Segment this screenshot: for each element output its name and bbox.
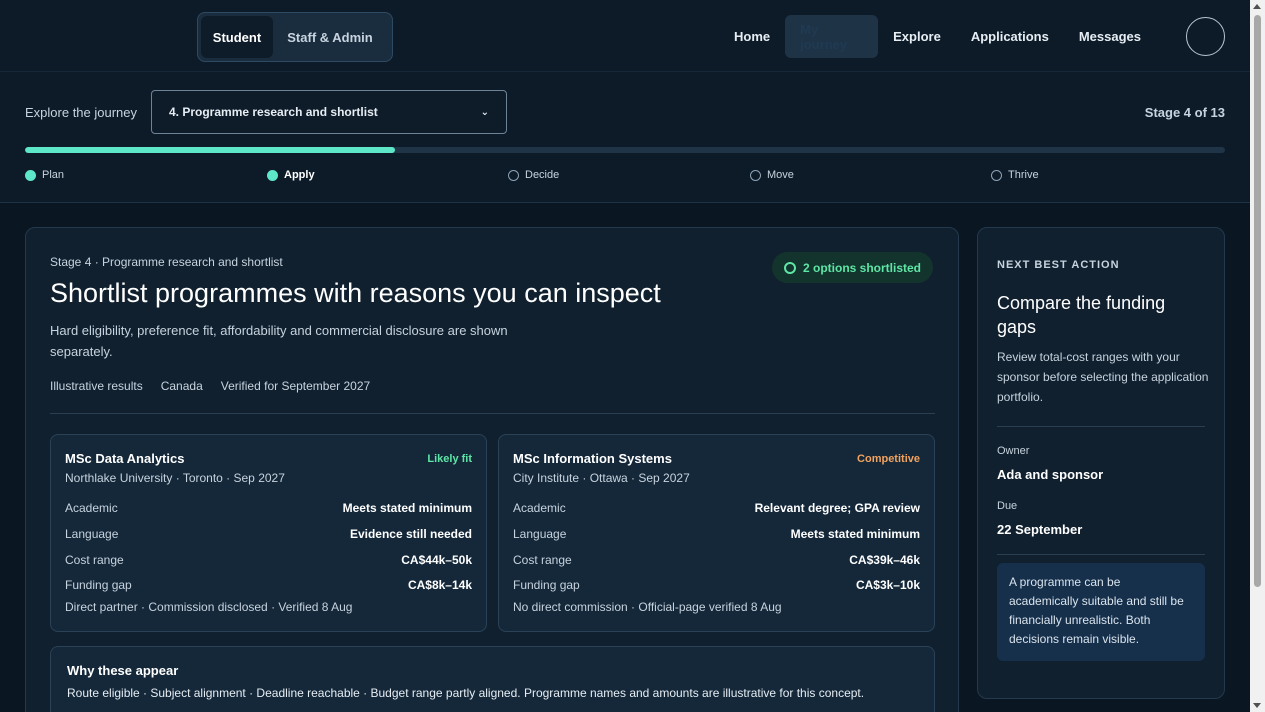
shortlist-status-badge[interactable]: 2 options shortlisted: [771, 252, 933, 283]
phase-label: Decide: [525, 169, 560, 181]
next-best-action-title: Compare the funding gaps: [997, 293, 1166, 337]
programme-row: Funding gap CA$3k–10k: [513, 578, 920, 592]
top-bar: Student Staff & Admin Home My journey Ex…: [0, 0, 1250, 72]
row-value: CA$8k–14k: [407, 578, 472, 592]
circle-icon: [783, 261, 796, 274]
programme-subtitle: Northlake University · Toronto · Sep 202…: [65, 471, 285, 485]
journey-progress-fill: [25, 147, 395, 153]
programme-subtitle: City Institute · Ottawa · Sep 2027: [513, 471, 690, 485]
page-title: Shortlist programmes with reasons you ca…: [50, 278, 661, 308]
programme-name: MSc Information Systems: [513, 451, 672, 466]
row-value: Evidence still needed: [349, 527, 472, 541]
programme-footer: Direct partner · Commission disclosed · …: [65, 600, 353, 614]
divider: [50, 413, 935, 414]
row-label: Funding gap: [65, 578, 132, 592]
journey-progress: [25, 147, 1225, 153]
phase-label: Apply: [284, 169, 315, 181]
journey-label: Explore the journey: [25, 105, 138, 120]
main-nav: Home My journey Explore Applications Mes…: [719, 15, 1156, 58]
programme-footer: No direct commission · Official-page ver…: [513, 600, 782, 614]
chevron-down-icon: ⌄: [480, 106, 489, 118]
row-label: Cost range: [65, 553, 124, 567]
row-value: Relevant degree; GPA review: [754, 501, 920, 515]
scroll-up-icon[interactable]: [1253, 4, 1261, 9]
phase-decide[interactable]: Decide: [508, 169, 559, 181]
stage-select-value: 4. Programme research and shortlist: [169, 105, 378, 119]
owner-label: Owner: [997, 445, 1030, 457]
programme-row: Academic Meets stated minimum: [65, 501, 472, 515]
programme-row: Cost range CA$39k–46k: [513, 553, 920, 567]
why-text: Route eligible · Subject alignment · Dea…: [67, 686, 865, 700]
role-student-button[interactable]: Student: [201, 16, 273, 58]
phase-label: Move: [767, 169, 794, 181]
programme-row: Funding gap CA$8k–14k: [65, 578, 472, 592]
meta-item: Canada: [160, 379, 203, 393]
row-value: CA$3k–10k: [855, 578, 920, 592]
programme-card[interactable]: MSc Information Systems City Institute ·…: [498, 434, 935, 632]
programme-name: MSc Data Analytics: [65, 451, 185, 466]
programme-row: Academic Relevant degree; GPA review: [513, 501, 920, 515]
row-label: Academic: [513, 501, 566, 515]
role-staff-admin-button[interactable]: Staff & Admin: [273, 16, 387, 58]
nav-applications[interactable]: Applications: [956, 15, 1064, 58]
page-description: Hard eligibility, preference fit, afford…: [50, 323, 508, 359]
shortlist-count: 2 options shortlisted: [802, 260, 921, 275]
phase-dot-icon: [750, 169, 761, 181]
phase-plan[interactable]: Plan: [25, 169, 64, 181]
next-best-action-card: NEXT BEST ACTION Compare the funding gap…: [977, 227, 1225, 699]
due-value: 22 September: [997, 522, 1083, 537]
next-best-action-kicker: NEXT BEST ACTION: [997, 259, 1120, 271]
nav-home[interactable]: Home: [719, 15, 785, 58]
phase-label: Plan: [42, 169, 65, 181]
phase-thrive[interactable]: Thrive: [991, 169, 1039, 181]
phase-apply[interactable]: Apply: [267, 169, 315, 181]
meta-item: Verified for September 2027: [220, 379, 371, 393]
divider: [997, 554, 1205, 555]
row-value: Meets stated minimum: [790, 527, 920, 541]
stage-select[interactable]: 4. Programme research and shortlist ⌄: [151, 90, 507, 134]
due-label: Due: [997, 500, 1018, 512]
programme-row: Cost range CA$44k–50k: [65, 553, 472, 567]
programme-row: Language Meets stated minimum: [513, 527, 920, 541]
row-value: Meets stated minimum: [342, 501, 472, 515]
row-label: Language: [513, 527, 567, 541]
phase-label: Thrive: [1008, 169, 1039, 181]
why-title: Why these appear: [67, 663, 179, 678]
divider: [997, 426, 1205, 427]
why-these-appear-panel: Why these appear Route eligible · Subjec…: [50, 646, 935, 712]
nav-explore[interactable]: Explore: [878, 15, 956, 58]
shortlist-card: Stage 4 · Programme research and shortli…: [25, 227, 959, 712]
row-label: Academic: [65, 501, 118, 515]
row-value: CA$44k–50k: [401, 553, 472, 567]
programme-card[interactable]: MSc Data Analytics Northlake University …: [50, 434, 487, 632]
row-label: Cost range: [513, 553, 572, 567]
role-switch: Student Staff & Admin: [197, 12, 393, 62]
next-best-action-description: Review total-cost ranges with your spons…: [997, 350, 1209, 404]
phase-dot-icon: [25, 169, 36, 181]
nav-my-journey[interactable]: My journey: [785, 15, 879, 58]
scroll-down-icon[interactable]: [1253, 703, 1261, 708]
avatar[interactable]: [1186, 17, 1225, 56]
scrollbar[interactable]: [1250, 0, 1265, 712]
phase-dot-icon: [508, 169, 519, 181]
fit-badge: Likely fit: [427, 453, 472, 465]
owner-value: Ada and sponsor: [997, 467, 1104, 482]
row-label: Funding gap: [513, 578, 580, 592]
stage-kicker: Stage 4 · Programme research and shortli…: [50, 255, 283, 269]
programme-row: Language Evidence still needed: [65, 527, 472, 541]
row-label: Language: [65, 527, 119, 541]
scroll-thumb[interactable]: [1254, 15, 1261, 587]
phase-move[interactable]: Move: [750, 169, 794, 181]
meta-item: Illustrative results: [50, 379, 143, 393]
row-value: CA$39k–46k: [849, 553, 920, 567]
fit-badge: Competitive: [857, 453, 920, 465]
info-note: A programme can be academically suitable…: [997, 563, 1205, 661]
nav-messages[interactable]: Messages: [1064, 15, 1156, 58]
stage-count: Stage 4 of 13: [1144, 105, 1225, 120]
phase-dot-icon: [991, 169, 1002, 181]
phase-dot-icon: [267, 169, 278, 181]
result-meta: Illustrative results Canada Verified for…: [50, 379, 370, 393]
